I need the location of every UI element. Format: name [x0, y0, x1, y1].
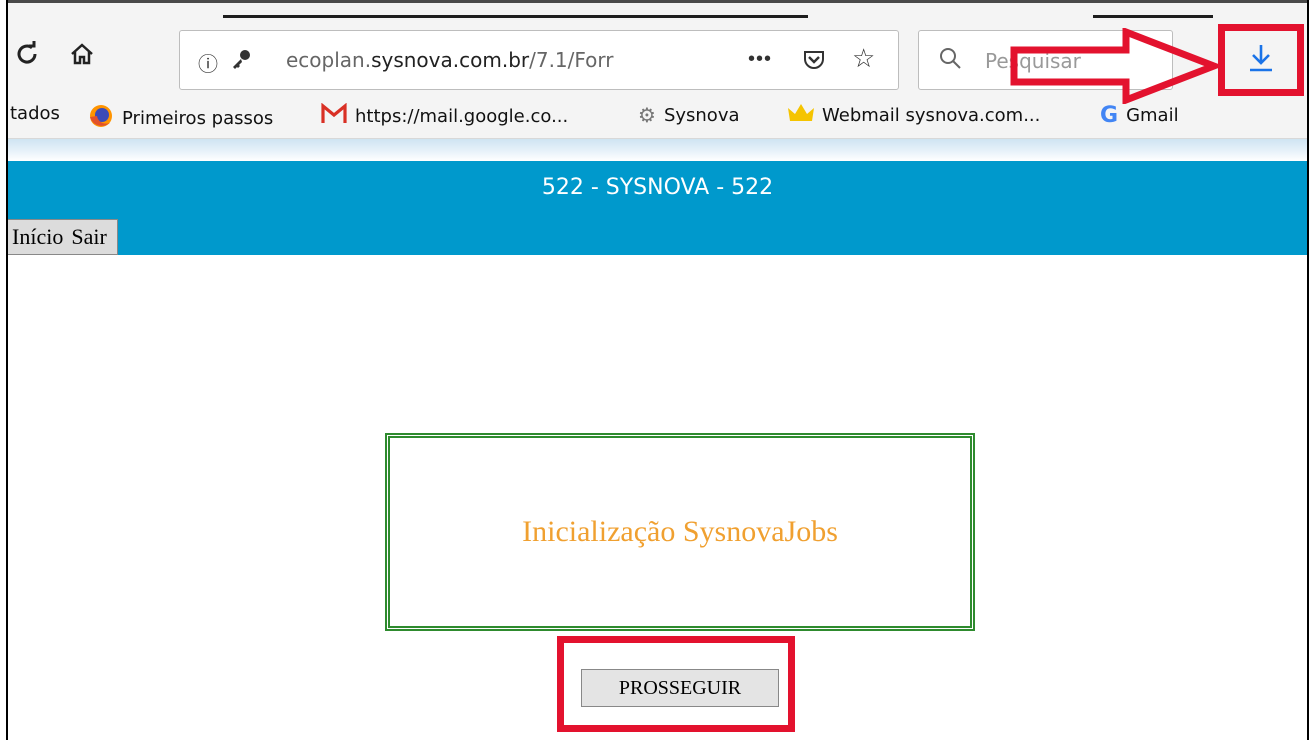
home-icon[interactable] [67, 39, 97, 69]
url-bar[interactable]: ⓘ ecoplan.sysnova.com.br/7.1/Forr ••• ☆ [179, 30, 899, 90]
init-card: Inicialização SysnovaJobs [385, 433, 975, 631]
key-icon[interactable] [230, 48, 252, 76]
url-text[interactable]: ecoplan.sysnova.com.br/7.1/Forr [286, 48, 674, 72]
info-icon[interactable]: ⓘ [198, 48, 218, 77]
bookmark-item[interactable]: Primeiros passos [88, 103, 273, 134]
tab-strip-edge [223, 15, 513, 18]
tab-strip-edge [513, 15, 808, 18]
search-icon [937, 45, 963, 76]
gmail-m-icon [321, 102, 347, 130]
reload-icon[interactable] [12, 39, 42, 69]
site-title: 522 - SYSNOVA - 522 [541, 175, 774, 200]
site-header: 522 - SYSNOVA - 522 Início Sair [8, 161, 1307, 255]
bookmark-star-icon[interactable]: ☆ [852, 43, 875, 74]
site-menu: Início Sair [8, 219, 118, 255]
bookmark-item[interactable]: Webmail sysnova.com... [788, 103, 1040, 128]
pocket-icon[interactable] [802, 48, 826, 78]
page-top-gradient [8, 139, 1307, 161]
annotation-arrow [1008, 26, 1224, 109]
firefox-icon [88, 103, 114, 134]
bookmark-item[interactable]: ⚙ Sysnova [638, 103, 740, 127]
menu-item-inicio[interactable]: Início [8, 224, 67, 250]
page-actions-icon[interactable]: ••• [748, 48, 772, 71]
gear-icon: ⚙ [638, 103, 656, 127]
annotation-highlight-box [557, 636, 795, 732]
bookmark-item[interactable]: tados [10, 103, 60, 124]
card-title: Inicialização SysnovaJobs [522, 515, 838, 548]
crown-icon [788, 103, 814, 128]
menu-item-sair[interactable]: Sair [67, 224, 110, 250]
annotation-highlight-box [1218, 24, 1304, 96]
tab-strip-edge [1093, 15, 1213, 18]
bookmark-item[interactable]: https://mail.google.co... [321, 102, 568, 130]
